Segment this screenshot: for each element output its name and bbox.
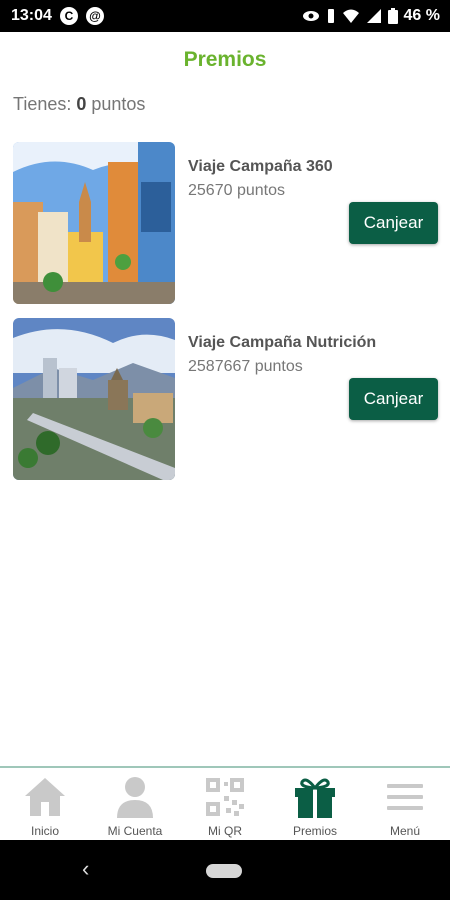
prize-card: Viaje Campaña 360 25670 puntos Canjear — [13, 142, 438, 304]
tab-mi-cuenta[interactable]: Mi Cuenta — [90, 768, 180, 840]
points-value: 0 — [76, 94, 87, 114]
points-prefix: Tienes: — [13, 94, 77, 114]
tab-premios[interactable]: Premios — [270, 768, 360, 840]
status-time: 13:04 — [11, 7, 52, 24]
notification-c-icon: C — [59, 7, 78, 25]
app-header: Premios — [0, 32, 450, 88]
points-suffix: puntos — [86, 94, 146, 114]
eye-icon — [302, 11, 319, 21]
system-nav-bar: ‹ — [0, 840, 450, 900]
tab-label: Menú — [389, 824, 421, 838]
battery-percent: 46 % — [403, 7, 440, 24]
battery-icon — [387, 8, 398, 24]
redeem-button[interactable]: Canjear — [349, 378, 438, 420]
home-pill-icon[interactable] — [206, 864, 242, 878]
points-summary: Tienes: 0 puntos — [13, 94, 145, 115]
menu-icon — [387, 784, 423, 810]
page-title: Premios — [183, 48, 267, 71]
tab-label: Mi Cuenta — [107, 824, 163, 838]
redeem-button[interactable]: Canjear — [349, 202, 438, 244]
home-icon — [25, 778, 65, 816]
signal-icon — [366, 9, 381, 23]
tab-mi-qr[interactable]: Mi QR — [180, 768, 270, 840]
qr-icon — [206, 778, 244, 816]
prize-name: Viaje Campaña Nutrición — [188, 334, 377, 351]
notification-at-icon: @ — [85, 7, 104, 25]
tab-label: Mi QR — [208, 824, 242, 838]
prize-points: 25670 puntos — [188, 182, 285, 199]
user-icon — [117, 777, 153, 818]
tab-label: Inicio — [30, 824, 59, 838]
status-bar: 13:04 C @ 46 % — [0, 0, 450, 32]
prize-points: 2587667 puntos — [188, 358, 303, 375]
bottom-tab-bar: Inicio Mi Cuenta Mi QR Premios Menú — [0, 766, 450, 840]
prize-image — [13, 142, 175, 304]
tab-label: Premios — [292, 824, 337, 838]
tab-menu[interactable]: Menú — [360, 768, 450, 840]
prize-image — [13, 318, 175, 480]
vibrate-icon — [327, 9, 334, 23]
prize-card: Viaje Campaña Nutrición 2587667 puntos C… — [13, 318, 438, 480]
prize-name: Viaje Campaña 360 — [188, 158, 333, 175]
wifi-icon — [342, 9, 359, 23]
back-icon[interactable]: ‹ — [82, 856, 89, 882]
gift-icon — [295, 778, 335, 818]
tab-inicio[interactable]: Inicio — [0, 768, 90, 840]
